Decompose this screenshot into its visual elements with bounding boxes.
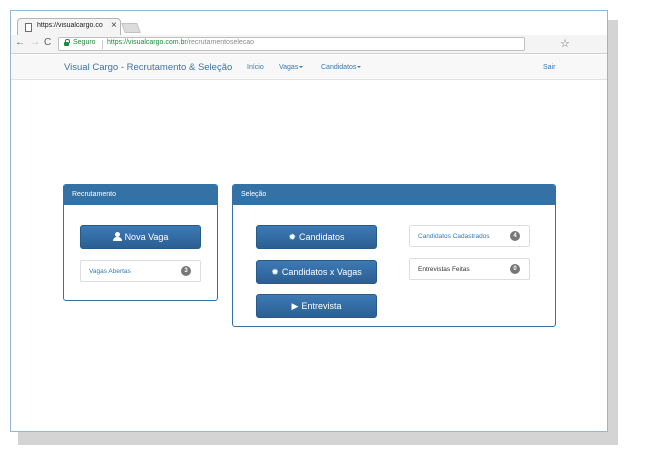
nova-vaga-button[interactable]: Nova Vaga: [80, 225, 201, 249]
reload-icon[interactable]: C: [44, 37, 51, 48]
bookmark-star-icon[interactable]: ☆: [560, 37, 570, 50]
count-badge: 3: [181, 266, 191, 276]
panel-title: Recrutamento: [64, 185, 217, 205]
nav-candidatos-label: Candidatos: [321, 64, 357, 71]
secure-label: Seguro: [73, 39, 96, 46]
nova-vaga-label: Nova Vaga: [124, 232, 169, 242]
nav-link-sair[interactable]: Sair: [543, 64, 555, 71]
nav-vagas-label: Vagas: [279, 64, 299, 71]
nav-dropdown-vagas[interactable]: Vagas: [279, 64, 304, 71]
url-text: https://visualcargo.com.br/recrutamentos…: [107, 39, 254, 46]
panel-selecao: Seleção ✹ Candidatos ✹ Candidatos x Vagas …: [232, 184, 556, 327]
brand-title[interactable]: Visual Cargo - Recrutamento & Seleção: [64, 62, 232, 73]
panel-recrutamento: Recrutamento Nova Vaga Vagas Abertas 3: [63, 184, 218, 301]
browser-window: https://visualcargo.com.b × ← → C Seguro…: [10, 10, 608, 432]
app-navbar: Visual Cargo - Recrutamento & Seleção In…: [11, 55, 607, 80]
certificate-icon: ✹: [271, 267, 279, 277]
caret-down-icon: [357, 66, 362, 68]
address-bar[interactable]: Seguro https://visualcargo.com.br/recrut…: [58, 37, 570, 51]
browser-tab[interactable]: https://visualcargo.com.b ×: [17, 18, 121, 35]
nav-dropdown-candidatos[interactable]: Candidatos: [321, 64, 362, 71]
url-host: visualcargo.com.br: [128, 39, 187, 46]
nav-link-inicio[interactable]: Início: [247, 64, 264, 71]
count-badge: 0: [510, 264, 520, 274]
user-icon: [112, 232, 122, 241]
caret-down-icon: [299, 66, 304, 68]
play-icon: ▶: [291, 301, 299, 311]
tab-strip: https://visualcargo.com.b ×: [11, 11, 607, 35]
count-badge: 4: [510, 231, 520, 241]
back-arrow-icon[interactable]: ←: [15, 37, 25, 48]
candidatos-label: Candidatos: [299, 232, 345, 242]
entrevistas-feitas-label: Entrevistas Feitas: [418, 266, 470, 273]
page-icon: [25, 23, 32, 32]
panel-title: Seleção: [233, 185, 555, 205]
certificate-icon: ✹: [288, 232, 296, 242]
browser-toolbar: ← → C Seguro https://visualcargo.com.br/…: [11, 35, 607, 54]
entrevista-label: Entrevista: [301, 301, 342, 311]
candidatos-cadastrados-label: Candidatos Cadastrados: [418, 233, 490, 240]
tab-title: https://visualcargo.com.b: [37, 22, 103, 29]
candidatos-cadastrados-link[interactable]: Candidatos Cadastrados 4: [409, 225, 530, 247]
entrevistas-feitas-item: Entrevistas Feitas 0: [409, 258, 530, 280]
vagas-abertas-link[interactable]: Vagas Abertas 3: [80, 260, 201, 282]
candidatos-button[interactable]: ✹ Candidatos: [256, 225, 377, 249]
url-separator: [102, 40, 103, 49]
candidatos-x-vagas-label: Candidatos x Vagas: [281, 267, 362, 277]
entrevista-button[interactable]: ▶ Entrevista: [256, 294, 377, 318]
forward-arrow-icon[interactable]: →: [30, 37, 40, 48]
candidatos-x-vagas-button[interactable]: ✹ Candidatos x Vagas: [256, 260, 377, 284]
new-tab-button[interactable]: [121, 23, 141, 33]
url-scheme: https://: [107, 39, 129, 46]
vagas-abertas-label: Vagas Abertas: [89, 268, 131, 275]
lock-icon: [64, 39, 70, 46]
tab-close-icon[interactable]: ×: [111, 20, 117, 31]
url-path: /recrutamentoselecao: [186, 39, 255, 46]
